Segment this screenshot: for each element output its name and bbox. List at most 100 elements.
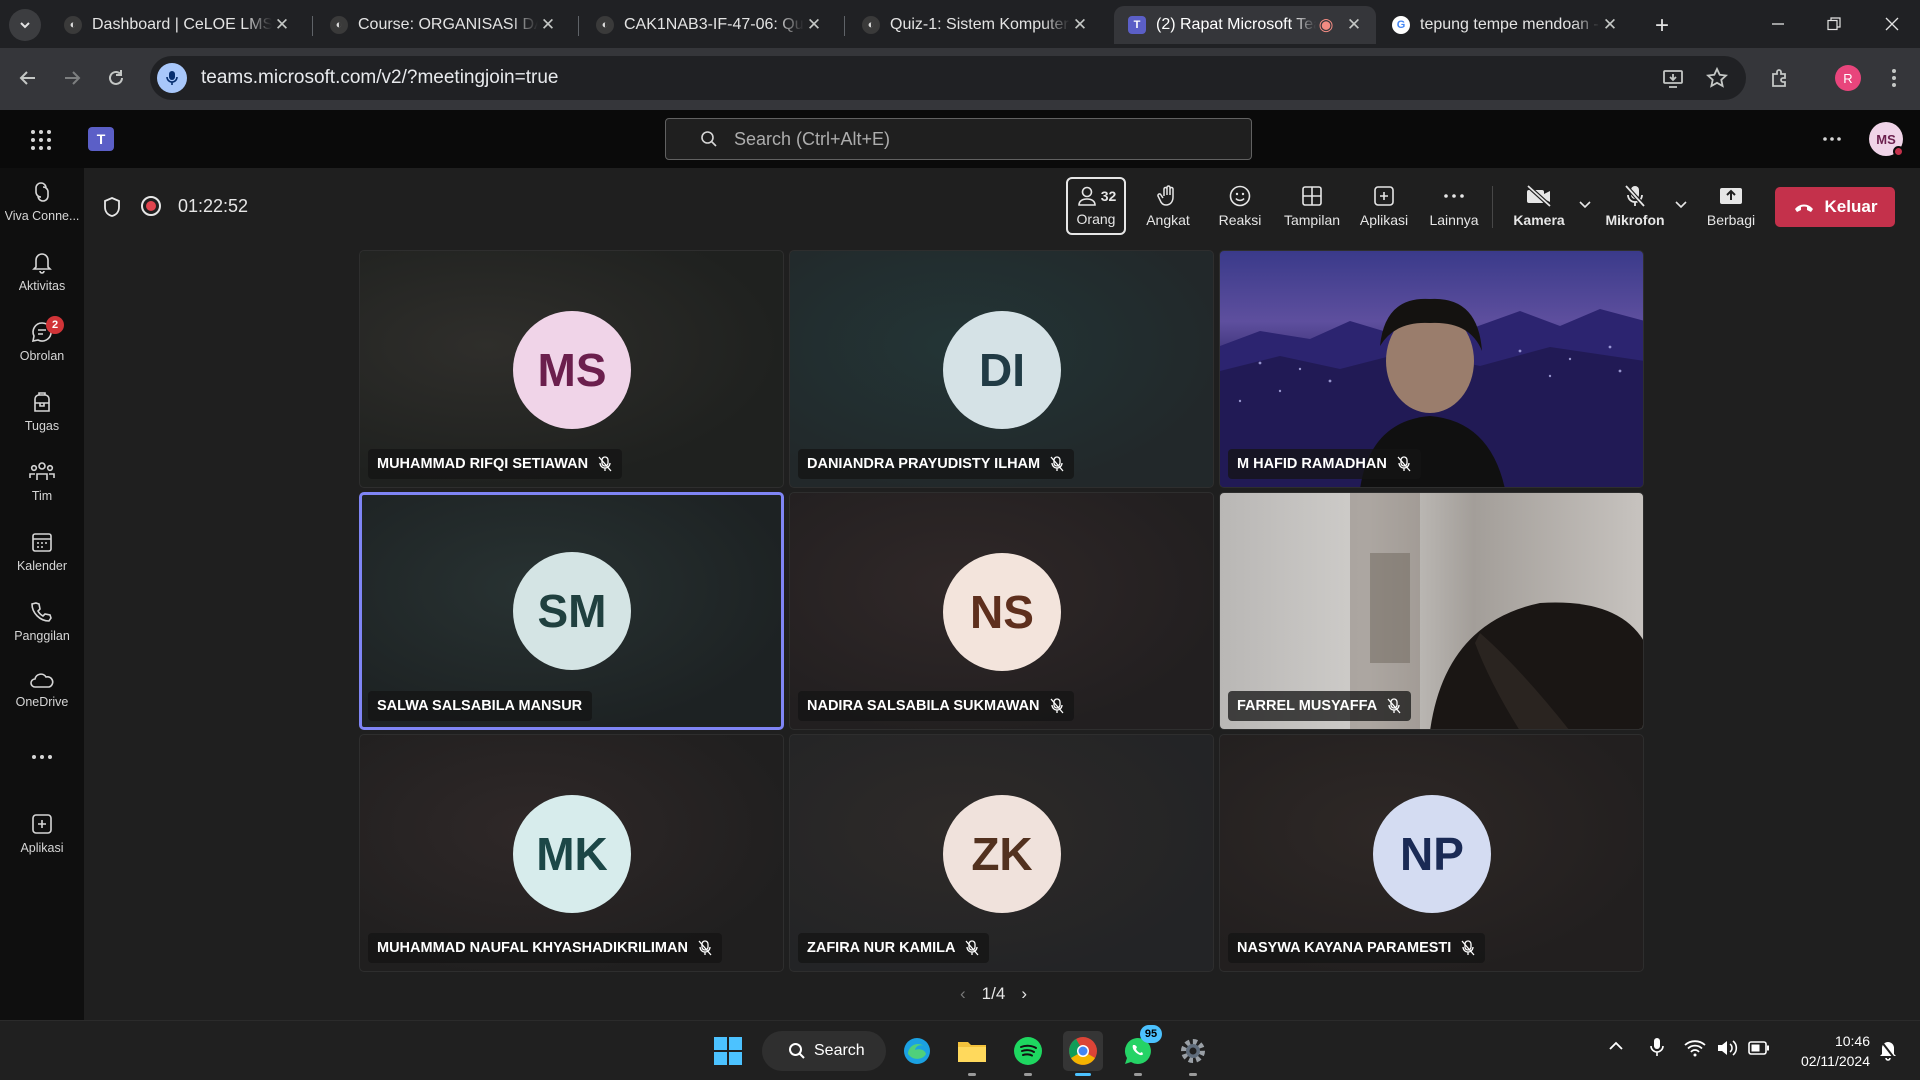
participant-tile[interactable]: MK MUHAMMAD NAUFAL KHYASHADIKRILIMAN <box>359 734 784 972</box>
participant-video-tile[interactable]: FARREL MUSYAFFA <box>1219 492 1644 730</box>
back-button[interactable] <box>10 60 46 96</box>
forward-button[interactable] <box>54 60 90 96</box>
taskbar-spotify[interactable] <box>1008 1031 1048 1076</box>
edge-icon <box>904 1038 930 1064</box>
microphone-in-use-icon[interactable] <box>1650 1037 1664 1057</box>
presence-busy-indicator <box>1893 146 1904 157</box>
taskbar-search[interactable]: Search <box>762 1031 886 1071</box>
rail-item-obrolan[interactable]: 2 Obrolan <box>0 316 84 384</box>
rail-item-more[interactable] <box>0 754 84 794</box>
camera-off-icon <box>1526 184 1552 208</box>
react-button[interactable]: Reaksi <box>1208 176 1272 236</box>
control-label: Lainnya <box>1429 212 1479 228</box>
app-launcher-icon[interactable] <box>30 129 52 151</box>
restore-icon <box>1827 17 1841 31</box>
active-indicator <box>1075 1073 1091 1076</box>
close-window-button[interactable] <box>1864 0 1920 48</box>
meeting-header: 01:22:52 32 Orang Angkat Reaksi Tampilan… <box>84 168 1920 244</box>
mic-options-chevron-icon[interactable] <box>1674 200 1688 210</box>
apps-button[interactable]: Aplikasi <box>1348 176 1420 236</box>
url-text: teams.microsoft.com/v2/?meetingjoin=true <box>201 67 559 88</box>
taskbar-file-explorer[interactable] <box>952 1031 992 1076</box>
add-app-icon <box>1374 186 1394 206</box>
extensions-button[interactable] <box>1762 60 1798 96</box>
bookmark-star-icon[interactable] <box>1706 67 1728 89</box>
restore-button[interactable] <box>1806 0 1862 48</box>
volume-icon[interactable] <box>1716 1039 1738 1057</box>
taskbar-settings[interactable] <box>1173 1031 1213 1076</box>
profile-avatar[interactable]: R <box>1835 65 1861 91</box>
participant-tile[interactable]: ZK ZAFIRA NUR KAMILA <box>789 734 1214 972</box>
participant-name: SALWA SALSABILA MANSUR <box>377 698 583 714</box>
people-button[interactable]: 32 Orang <box>1066 177 1126 235</box>
participant-tile[interactable]: NP NASYWA KAYANA PARAMESTI <box>1219 734 1644 972</box>
raise-hand-button[interactable]: Angkat <box>1136 176 1200 236</box>
taskbar-whatsapp[interactable]: 95 <box>1118 1025 1162 1076</box>
more-options-icon[interactable] <box>1822 136 1842 142</box>
new-tab-button[interactable]: + <box>1648 12 1676 40</box>
tab-title: (2) Rapat Microsoft Tea <box>1156 16 1316 33</box>
wifi-icon[interactable] <box>1684 1039 1706 1057</box>
leave-button[interactable]: Keluar <box>1775 187 1895 227</box>
more-button[interactable]: Lainnya <box>1418 176 1490 236</box>
rail-item-tim[interactable]: Tim <box>0 460 84 524</box>
view-button[interactable]: Tampilan <box>1274 176 1350 236</box>
participant-tile[interactable]: DI DANIANDRA PRAYUDISTY ILHAM <box>789 250 1214 488</box>
minimize-button[interactable] <box>1750 0 1806 48</box>
rail-item-viva-connections[interactable]: Viva Conne... <box>0 180 84 244</box>
rail-item-panggilan[interactable]: Panggilan <box>0 600 84 664</box>
browser-tab[interactable]: ◐ Dashboard | CeLOE LMS ✕ <box>50 6 304 44</box>
microphone-button[interactable]: Mikrofon <box>1598 176 1672 236</box>
participant-tile[interactable]: NS NADIRA SALSABILA SUKMAWAN <box>789 492 1214 730</box>
camera-options-chevron-icon[interactable] <box>1578 200 1592 210</box>
participant-name: MUHAMMAD NAUFAL KHYASHADIKRILIMAN <box>377 940 688 956</box>
rail-item-tugas[interactable]: Tugas <box>0 390 84 454</box>
close-icon[interactable]: ✕ <box>1344 15 1364 35</box>
browser-tab[interactable]: ◐ CAK1NAB3-IF-47-06: Quiz ✕ <box>582 6 836 44</box>
shield-icon[interactable] <box>102 196 122 218</box>
close-icon[interactable]: ✕ <box>804 15 824 35</box>
participant-name: MUHAMMAD RIFQI SETIAWAN <box>377 456 589 472</box>
close-icon[interactable]: ✕ <box>272 15 292 35</box>
system-clock[interactable]: 10:46 02/11/2024 <box>1776 1031 1870 1071</box>
install-app-icon[interactable] <box>1662 67 1684 89</box>
rail-item-onedrive[interactable]: OneDrive <box>0 670 84 734</box>
browser-tab[interactable]: ◐ Quiz-1: Sistem Komputer: / ✕ <box>848 6 1102 44</box>
rail-item-aktivitas[interactable]: Aktivitas <box>0 250 84 314</box>
control-label: Reaksi <box>1218 212 1262 228</box>
battery-icon[interactable] <box>1748 1041 1770 1055</box>
search-placeholder: Search (Ctrl+Alt+E) <box>734 128 891 149</box>
close-icon[interactable]: ✕ <box>1600 15 1620 35</box>
address-bar[interactable]: teams.microsoft.com/v2/?meetingjoin=true <box>150 56 1746 100</box>
microphone-in-use-icon[interactable] <box>157 63 187 93</box>
participant-name: M HAFID RAMADHAN <box>1237 456 1387 472</box>
chevron-right-icon[interactable]: › <box>1021 984 1027 1004</box>
avatar: DI <box>943 311 1061 429</box>
rail-item-aplikasi[interactable]: Aplikasi <box>0 812 84 876</box>
share-button[interactable]: Berbagi <box>1696 176 1766 236</box>
participant-name: ZAFIRA NUR KAMILA <box>807 940 956 956</box>
start-button[interactable] <box>708 1031 748 1071</box>
browser-tab[interactable]: G tepung tempe mendoan - ✕ <box>1378 6 1632 44</box>
notification-bell-icon[interactable] <box>1878 1039 1898 1061</box>
reload-button[interactable] <box>98 60 134 96</box>
participant-tile[interactable]: MS MUHAMMAD RIFQI SETIAWAN <box>359 250 784 488</box>
close-icon[interactable]: ✕ <box>1070 15 1090 35</box>
rail-item-kalender[interactable]: Kalender <box>0 530 84 594</box>
participant-video-tile[interactable]: M HAFID RAMADHAN <box>1219 250 1644 488</box>
teams-left-rail: Viva Conne... Aktivitas 2 Obrolan Tugas … <box>0 168 84 1020</box>
participant-name-label: DANIANDRA PRAYUDISTY ILHAM <box>798 449 1075 479</box>
chevron-left-icon[interactable]: ‹ <box>960 984 966 1004</box>
tab-search-button[interactable] <box>9 9 41 41</box>
browser-menu-button[interactable] <box>1876 60 1912 96</box>
close-icon[interactable]: ✕ <box>538 15 558 35</box>
taskbar-chrome[interactable] <box>1063 1031 1103 1076</box>
teams-search-input[interactable]: Search (Ctrl+Alt+E) <box>665 118 1252 160</box>
camera-button[interactable]: Kamera <box>1504 176 1574 236</box>
taskbar-edge[interactable] <box>897 1031 937 1071</box>
chevron-up-icon[interactable] <box>1608 1041 1624 1051</box>
browser-tab-active[interactable]: T (2) Rapat Microsoft Tea ◉ ✕ <box>1114 6 1376 44</box>
windows-logo-icon <box>714 1037 742 1065</box>
participant-tile-active-speaker[interactable]: SM SALWA SALSABILA MANSUR <box>359 492 784 730</box>
browser-tab[interactable]: ◐ Course: ORGANISASI DAN ✕ <box>316 6 570 44</box>
